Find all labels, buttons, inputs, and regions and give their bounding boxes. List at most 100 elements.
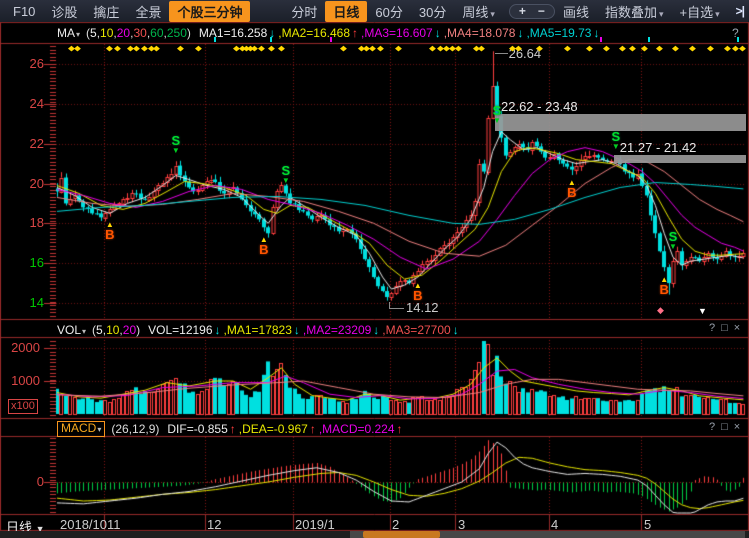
zoom-in-button[interactable]: + (519, 5, 526, 18)
vol-maximize-icon[interactable]: □ (721, 322, 728, 334)
chevron-down-icon: ▾ (82, 327, 86, 336)
buy-signal-marker: ▲B (103, 220, 117, 240)
period-tab-4[interactable]: 周线▾ (454, 1, 503, 22)
signal-diamond-icon: ◆ (377, 45, 384, 52)
resistance-band-1 (614, 155, 746, 163)
buy-signal-marker: ▲B (657, 275, 671, 295)
trend-arrow-icon: ↑ (310, 422, 316, 436)
toolbar: F10诊股擒庄全景个股三分钟 分时日线60分30分周线▾ + − 画线指数叠加▾… (0, 0, 749, 22)
trend-arrow-icon: ↑ (397, 422, 403, 436)
resistance-band-label-1: 21.27 - 21.42 (620, 140, 697, 155)
signal-diamond-icon: ◆ (732, 45, 739, 52)
signal-diamond-icon: ◆ (672, 45, 679, 52)
date-label-12: 12 (207, 517, 221, 532)
buy-letter: B (103, 230, 117, 240)
vol-value-1: ,MA1=17823↓ (224, 323, 301, 337)
macd-values: DIF=-0.855↑,DEA=-0.967↑,MACD=0.224↑ (167, 422, 405, 436)
bottom-signal-icon: ◆ (657, 306, 664, 315)
sell-letter: S (666, 232, 680, 242)
callout-line (495, 53, 508, 54)
date-label-2019/1: 2019/1 (295, 517, 335, 532)
down-arrow-icon: ▼ (666, 242, 680, 252)
vol-close-icon[interactable]: × (734, 322, 740, 334)
toolbar-tab-3[interactable]: 全景 (127, 1, 169, 22)
chevron-down-icon: ▾ (76, 30, 80, 39)
signal-diamond-icon: ◆ (455, 45, 462, 52)
ma-selector-label: MA (57, 26, 75, 40)
toolbar-tab-4[interactable]: 个股三分钟 (169, 1, 250, 22)
toolbar-tab-2[interactable]: 擒庄 (85, 1, 127, 22)
vol-axis-label-2000: 2000 (8, 340, 40, 355)
trend-arrow-icon: ↑ (230, 422, 236, 436)
signal-diamond-icon: ◆ (629, 45, 636, 52)
main-help-icon[interactable]: ? (732, 26, 739, 40)
signal-diamond-icon: ◆ (177, 45, 184, 52)
period-tab-1[interactable]: 日线 (325, 1, 367, 22)
signal-diamond-icon: ◆ (268, 45, 275, 52)
toolbar-right-tab-1[interactable]: 指数叠加▾ (597, 1, 672, 22)
macd-window-icons: ? □ × (709, 421, 740, 433)
ma-legend-row: MA▾ (5,10,20,30,60,250) MA1=16.258↓,MA2=… (57, 25, 602, 40)
macd-maximize-icon[interactable]: □ (721, 421, 728, 433)
resistance-band-0 (495, 114, 746, 131)
macd-value-0: DIF=-0.855↑ (167, 422, 236, 436)
sell-signal-marker: S▼ (279, 166, 293, 186)
buy-signal-marker: ▲B (257, 235, 271, 255)
vol-indicator-selector[interactable]: VOL▾ (57, 323, 86, 337)
period-tab-3[interactable]: 30分 (411, 1, 454, 22)
price-axis-label-14: 14 (12, 295, 44, 310)
scrollbar-thumb[interactable] (363, 531, 440, 538)
trend-arrow-icon: ↓ (435, 26, 441, 40)
vol-value-0: VOL=12196↓ (148, 323, 221, 337)
macd-indicator-selector[interactable]: MACD▾ (57, 421, 105, 437)
ma-values: MA1=16.258↓,MA2=16.468↑,MA3=16.607↓,MA4=… (199, 26, 603, 40)
period-tabs: 分时日线60分30分周线▾ (283, 1, 503, 22)
buy-letter: B (411, 291, 425, 301)
period-tab-0[interactable]: 分时 (283, 1, 325, 22)
period-tab-2[interactable]: 60分 (367, 1, 410, 22)
signal-diamond-icon: ◆ (395, 45, 402, 52)
trend-arrow-icon: ↓ (215, 323, 221, 337)
date-label-2: 2 (392, 517, 399, 532)
macd-value-1: ,DEA=-0.967↑ (239, 422, 317, 436)
ma-indicator-selector[interactable]: MA▾ (57, 26, 80, 40)
chevron-down-icon: ▾ (490, 9, 495, 19)
toolbar-tab-f10[interactable]: F10 (5, 3, 43, 20)
resistance-band-label-0: 22.62 - 23.48 (501, 99, 578, 114)
signal-diamond-icon: ◆ (74, 45, 81, 52)
ma-value-1: ,MA2=16.468↑ (278, 26, 359, 40)
toolbar-right-tab-0[interactable]: 画线 (555, 1, 597, 22)
signal-diamond-icon: ◆ (586, 45, 593, 52)
price-axis-label-18: 18 (12, 215, 44, 230)
sell-signal-marker: S▼ (169, 136, 183, 156)
macd-help-icon[interactable]: ? (709, 421, 715, 433)
buy-letter: B (657, 285, 671, 295)
callout-low-label: 14.12 (406, 300, 439, 315)
signal-diamond-icon: ◆ (251, 45, 258, 52)
toolbar-right-tab-2[interactable]: +自选▾ (672, 1, 728, 22)
collapse-panel-icon[interactable]: >| (736, 4, 744, 18)
macd-selector-label: MACD (61, 421, 96, 435)
ma-value-3: ,MA4=18.078↓ (444, 26, 525, 40)
vol-help-icon[interactable]: ? (709, 322, 715, 334)
signal-diamond-icon: ◆ (429, 45, 436, 52)
toolbar-tab-1[interactable]: 诊股 (43, 1, 85, 22)
date-label-2018/10: 2018/10 (60, 517, 107, 532)
mini-tick-marker (648, 37, 650, 42)
macd-close-icon[interactable]: × (734, 421, 740, 433)
zoom-out-button[interactable]: − (538, 5, 545, 18)
buy-signal-marker: ▲B (565, 178, 579, 198)
signal-diamond-icon: ◆ (603, 45, 610, 52)
callout-line (389, 308, 404, 309)
buy-letter: B (257, 245, 271, 255)
vol-values: VOL=12196↓,MA1=17823↓,MA2=23209↓,MA3=277… (148, 323, 462, 337)
down-arrow-icon: ▼ (490, 116, 504, 126)
signal-diamond-icon: ◆ (114, 45, 121, 52)
trend-arrow-icon: ↓ (269, 26, 275, 40)
trend-arrow-icon: ↓ (373, 323, 379, 337)
signal-diamond-icon: ◆ (478, 45, 485, 52)
signal-diamond-icon: ◆ (724, 45, 731, 52)
stock-app-window: F10诊股擒庄全景个股三分钟 分时日线60分30分周线▾ + − 画线指数叠加▾… (0, 0, 749, 538)
sell-letter: S (609, 132, 623, 142)
trend-arrow-icon: ↓ (593, 26, 599, 40)
